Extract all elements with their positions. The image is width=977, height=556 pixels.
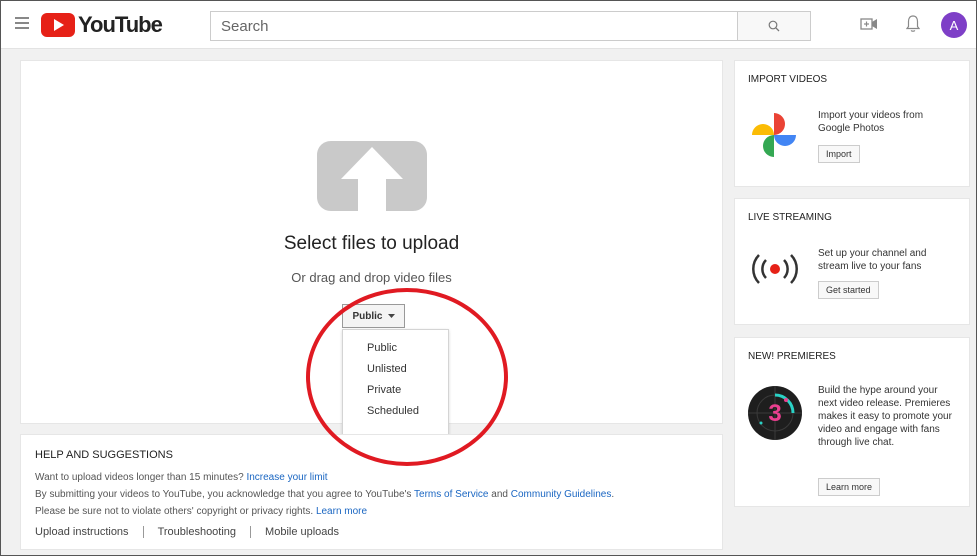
learn-more-link[interactable]: Learn more [316, 506, 367, 517]
drag-drop-hint: Or drag and drop video files [291, 270, 452, 285]
search-input[interactable] [210, 11, 737, 41]
terms-text: By submitting your videos to YouTube, yo… [35, 489, 415, 500]
terms-of-service-link[interactable]: Terms of Service [414, 489, 488, 500]
privacy-dropdown-button[interactable]: Public [342, 304, 405, 328]
premieres-heading: NEW! PREMIERES [748, 351, 836, 362]
top-bar: YouTube A [1, 1, 976, 49]
import-videos-card: IMPORT VIDEOS Import your videos from Go… [734, 60, 970, 187]
upload-panel: Select files to upload Or drag and drop … [20, 60, 723, 437]
limit-text: Want to upload videos longer than 15 min… [35, 472, 247, 483]
get-started-button[interactable]: Get started [818, 281, 879, 299]
play-logo-icon [41, 13, 75, 37]
upload-heading: Select files to upload [283, 233, 460, 254]
help-links-row: Upload instructions Troubleshooting Mobi… [35, 526, 722, 538]
learn-more-button[interactable]: Learn more [818, 478, 881, 496]
live-description: Set up your channel and stream live to y… [818, 248, 927, 272]
import-button[interactable]: Import [818, 145, 860, 163]
divider [250, 526, 252, 538]
google-photos-icon [752, 113, 796, 157]
mobile-uploads-link[interactable]: Mobile uploads [265, 526, 339, 538]
dropdown-caret-icon [387, 314, 395, 318]
privacy-option-private[interactable]: Private [343, 380, 448, 401]
privacy-option-public[interactable]: Public [343, 338, 448, 359]
copyright-note: Please be sure not to violate others' co… [35, 506, 722, 517]
privacy-option-unlisted[interactable]: Unlisted [343, 359, 448, 380]
import-heading: IMPORT VIDEOS [748, 74, 828, 85]
live-broadcast-icon [752, 254, 798, 284]
create-video-icon[interactable] [860, 18, 878, 30]
help-suggestions-panel: HELP AND SUGGESTIONS Want to upload vide… [20, 434, 723, 550]
upload-instructions-link[interactable]: Upload instructions [35, 526, 129, 538]
increase-limit-link[interactable]: Increase your limit [246, 472, 327, 483]
terms-period: . [611, 489, 615, 500]
live-heading: LIVE STREAMING [748, 212, 832, 223]
premieres-card: NEW! PREMIERES 3 Build the hype around y… [734, 337, 970, 507]
search-button[interactable] [737, 11, 811, 41]
premieres-description: Build the hype around your next video re… [818, 385, 952, 448]
terms-and-text: and [488, 489, 511, 500]
privacy-dropdown-menu: Public Unlisted Private Scheduled [342, 329, 449, 437]
copyright-text: Please be sure not to violate others' co… [35, 506, 316, 517]
import-description: Import your videos from Google Photos [818, 110, 924, 134]
premieres-countdown-icon: 3 [748, 386, 802, 440]
notifications-bell-icon[interactable] [906, 14, 920, 34]
account-avatar[interactable]: A [941, 12, 967, 38]
help-heading: HELP AND SUGGESTIONS [35, 449, 173, 461]
live-streaming-card: LIVE STREAMING Set up your channel and s… [734, 198, 970, 325]
hamburger-menu-icon[interactable] [15, 17, 29, 29]
search-icon [768, 20, 780, 32]
upload-arrow-icon[interactable] [317, 141, 427, 211]
privacy-option-scheduled[interactable]: Scheduled [343, 401, 448, 422]
terms-note: By submitting your videos to YouTube, yo… [35, 489, 722, 500]
youtube-logo[interactable]: YouTube [41, 12, 163, 38]
logo-text: YouTube [78, 12, 163, 37]
troubleshooting-link[interactable]: Troubleshooting [158, 526, 236, 538]
privacy-selected-label: Public [352, 310, 383, 322]
community-guidelines-link[interactable]: Community Guidelines [511, 489, 612, 500]
upload-limit-note: Want to upload videos longer than 15 min… [35, 472, 722, 483]
countdown-number: 3 [768, 400, 781, 427]
divider [142, 526, 144, 538]
